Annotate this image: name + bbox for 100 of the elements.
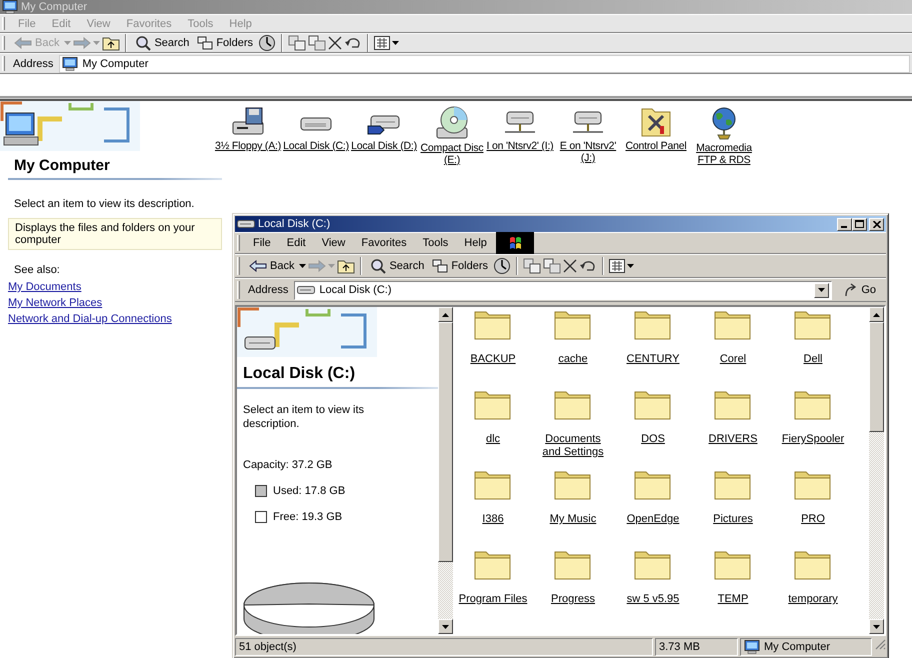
- drive-label[interactable]: Local Disk (D:): [351, 140, 417, 152]
- folder-label[interactable]: PRO: [799, 513, 827, 526]
- drive-label[interactable]: I on 'Ntsrv2' (I:): [486, 140, 554, 152]
- go-button[interactable]: Go: [834, 283, 884, 297]
- move-to-icon[interactable]: [288, 35, 306, 51]
- drive-label[interactable]: Local Disk (C:): [283, 140, 349, 152]
- folder-icon[interactable]: [794, 469, 832, 501]
- folders-button[interactable]: Folders: [194, 35, 256, 51]
- cd-drive-icon[interactable]: [434, 106, 470, 140]
- folder-label[interactable]: Corel: [718, 353, 748, 366]
- search-button[interactable]: Search: [367, 257, 428, 275]
- folder-label[interactable]: CENTURY: [624, 353, 682, 366]
- folder-icon[interactable]: [714, 389, 752, 421]
- folder-icon[interactable]: [554, 549, 592, 581]
- up-arrow-icon: [442, 312, 449, 316]
- menu-item[interactable]: Favorites: [354, 236, 414, 250]
- history-icon[interactable]: [258, 34, 276, 52]
- folder-icon[interactable]: [474, 469, 512, 501]
- folder-icon[interactable]: [794, 309, 832, 341]
- scroll-thumb[interactable]: [438, 322, 453, 562]
- close-button[interactable]: [869, 218, 884, 230]
- down-arrow-icon: [873, 624, 880, 628]
- history-icon[interactable]: [493, 257, 512, 275]
- scroll-up-button[interactable]: [869, 307, 884, 322]
- minimize-button[interactable]: [837, 218, 852, 230]
- folders-button[interactable]: Folders: [429, 258, 492, 274]
- folder-icon[interactable]: [714, 549, 752, 581]
- folder-label[interactable]: OpenEdge: [624, 513, 682, 526]
- folder-label[interactable]: My Music: [548, 513, 598, 526]
- folder-label[interactable]: Program Files: [456, 593, 530, 606]
- move-to-icon[interactable]: [523, 258, 542, 274]
- folder-icon[interactable]: [634, 309, 672, 341]
- folder-label[interactable]: DRIVERS: [706, 433, 760, 446]
- drive-label[interactable]: Compact Disc (E:): [418, 142, 486, 166]
- delete-icon[interactable]: [563, 259, 578, 273]
- folder-label[interactable]: Pictures: [711, 513, 755, 526]
- link[interactable]: My Documents: [0, 279, 222, 295]
- folder-label[interactable]: Documents and Settings: [533, 433, 613, 459]
- drive-label[interactable]: Control Panel: [625, 140, 687, 152]
- folder-icon[interactable]: [474, 309, 512, 341]
- search-button[interactable]: Search: [132, 34, 192, 52]
- link[interactable]: My Network Places: [0, 295, 222, 311]
- folder-icon[interactable]: [794, 389, 832, 421]
- folder-icon[interactable]: [634, 389, 672, 421]
- folder-label[interactable]: Progress: [548, 593, 598, 606]
- computer-icon: [2, 0, 18, 14]
- folder-icon[interactable]: [474, 389, 512, 421]
- folder-label[interactable]: FierySpooler: [780, 433, 846, 446]
- scrollbar[interactable]: [869, 307, 884, 634]
- views-icon[interactable]: [374, 36, 390, 50]
- scroll-down-button[interactable]: [869, 619, 884, 634]
- folder-label[interactable]: I386: [480, 513, 506, 526]
- undo-icon[interactable]: [579, 259, 598, 273]
- folder-icon[interactable]: [794, 549, 832, 581]
- menu-item[interactable]: File: [246, 236, 278, 250]
- dropdown-button[interactable]: [814, 282, 830, 298]
- copy-to-icon[interactable]: [308, 35, 326, 51]
- link[interactable]: Network and Dial-up Connections: [0, 311, 222, 327]
- copy-to-icon[interactable]: [543, 258, 562, 274]
- folder-label[interactable]: Dell: [802, 353, 824, 366]
- folder-icon[interactable]: [634, 549, 672, 581]
- folder-label[interactable]: TEMP: [716, 593, 750, 606]
- drive-label[interactable]: E on 'Ntsrv2' (J:): [554, 140, 622, 164]
- scroll-up-button[interactable]: [438, 307, 453, 322]
- delete-icon[interactable]: [328, 36, 342, 50]
- folder-icon[interactable]: [554, 389, 592, 421]
- address-field[interactable]: Local Disk (C:): [294, 280, 832, 300]
- caret-icon[interactable]: [299, 264, 306, 268]
- status-text: 3.73 MB: [659, 641, 700, 653]
- folder-label[interactable]: dlc: [484, 433, 502, 446]
- folder-label[interactable]: DOS: [639, 433, 667, 446]
- up-folder-icon[interactable]: [102, 35, 120, 51]
- menu-item[interactable]: Tools: [416, 236, 456, 250]
- scroll-thumb[interactable]: [869, 322, 884, 432]
- caret-icon[interactable]: [627, 264, 634, 268]
- address-field[interactable]: My Computer: [59, 54, 910, 72]
- folder-label[interactable]: temporary: [786, 593, 840, 606]
- folder-icon[interactable]: [474, 549, 512, 581]
- folder-icon[interactable]: [714, 469, 752, 501]
- drive-label[interactable]: 3½ Floppy (A:): [214, 140, 282, 152]
- menu-item[interactable]: View: [314, 236, 352, 250]
- menu-item[interactable]: Edit: [280, 236, 313, 250]
- back-button[interactable]: Back: [246, 259, 298, 273]
- undo-icon[interactable]: [344, 36, 362, 50]
- folder-icon[interactable]: [554, 309, 592, 341]
- folder-label[interactable]: BACKUP: [468, 353, 518, 366]
- drive-label[interactable]: Macromedia FTP & RDS: [690, 142, 758, 166]
- folder-label[interactable]: sw 5 v5.95: [624, 593, 682, 606]
- scroll-down-button[interactable]: [438, 619, 453, 634]
- menu-item[interactable]: Help: [457, 236, 494, 250]
- scrollbar[interactable]: [438, 307, 453, 634]
- up-folder-icon[interactable]: [337, 258, 356, 274]
- folder-icon[interactable]: [554, 469, 592, 501]
- folder-icon[interactable]: [714, 309, 752, 341]
- caret-icon[interactable]: [392, 41, 400, 45]
- views-icon[interactable]: [609, 259, 626, 273]
- maximize-button[interactable]: [852, 218, 867, 230]
- folder-icon[interactable]: [634, 469, 672, 501]
- folder-label[interactable]: cache: [556, 353, 590, 366]
- resize-grip-icon[interactable]: [874, 638, 886, 650]
